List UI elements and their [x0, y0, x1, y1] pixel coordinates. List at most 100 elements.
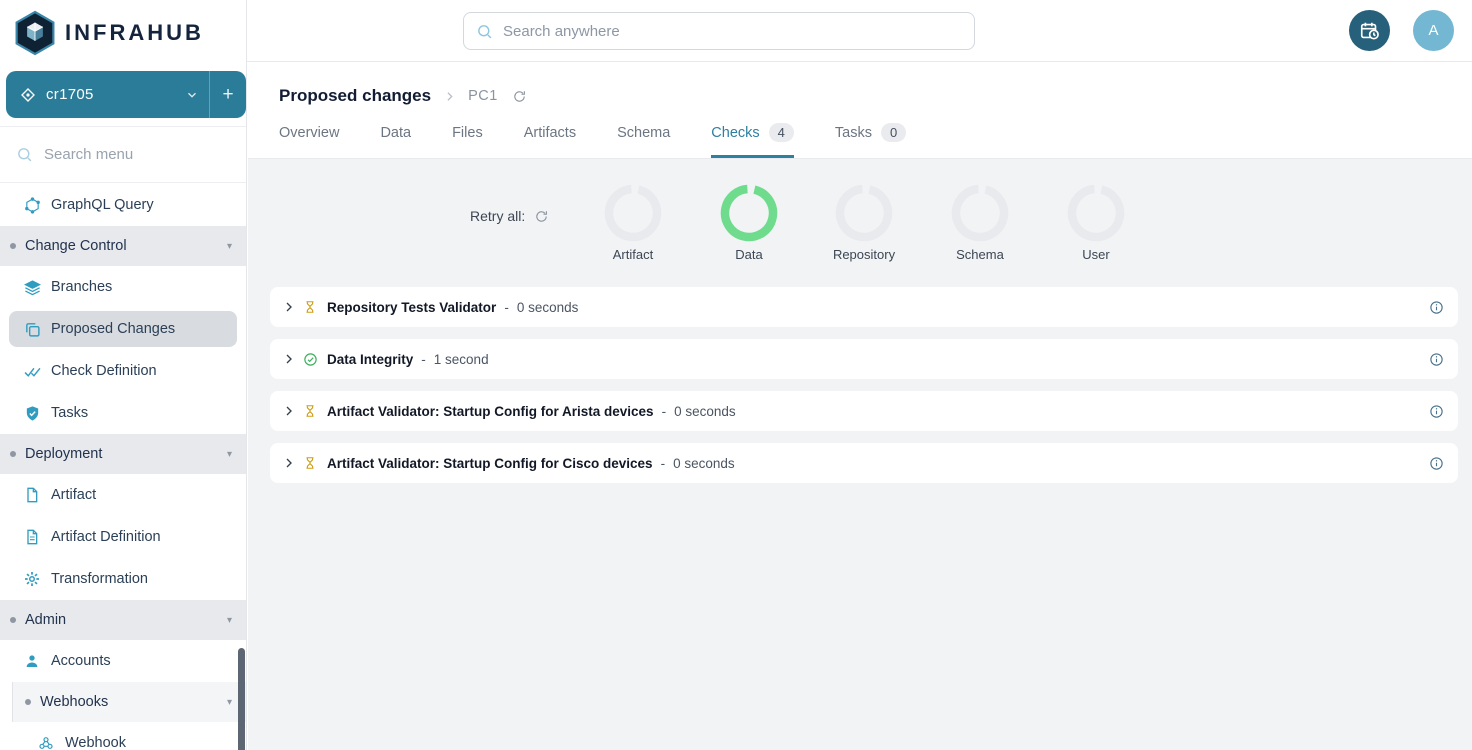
- breadcrumb: Proposed changes PC1: [279, 86, 527, 106]
- validator-name: Artifact Validator: Startup Config for A…: [327, 404, 654, 419]
- separator: -: [661, 456, 666, 471]
- tab-badge: 4: [769, 123, 794, 142]
- sidebar-nav: GraphQL Query Change Control ▾ Branches …: [0, 184, 246, 750]
- search-icon: [16, 146, 33, 163]
- check-category-artifact[interactable]: Artifact: [604, 184, 662, 262]
- calendar-clock-icon: [1359, 20, 1381, 42]
- branch-selector[interactable]: cr1705 +: [6, 71, 246, 118]
- tab-tasks[interactable]: Tasks 0: [835, 112, 906, 158]
- sidebar-item-label: Proposed Changes: [51, 321, 175, 337]
- sidebar-item-webhook[interactable]: Webhook: [0, 722, 246, 750]
- sidebar-section-webhooks[interactable]: Webhooks ▾: [12, 682, 246, 722]
- app-logo[interactable]: INFRAHUB: [0, 0, 246, 62]
- tab-artifacts[interactable]: Artifacts: [524, 112, 576, 158]
- info-icon[interactable]: [1429, 404, 1444, 419]
- sidebar-section-admin[interactable]: Admin ▾: [0, 600, 246, 640]
- sidebar-item-accounts[interactable]: Accounts: [0, 640, 246, 682]
- validator-row: Artifact Validator: Startup Config for C…: [270, 443, 1458, 483]
- hourglass-icon: [303, 300, 318, 314]
- sidebar-section-label: Deployment: [25, 446, 102, 462]
- search-icon: [476, 23, 493, 40]
- category-label: Repository: [833, 247, 895, 262]
- progress-ring-icon: [1067, 184, 1125, 242]
- tab-bar: Overview Data Files Artifacts Schema Che…: [279, 112, 906, 158]
- create-branch-button[interactable]: +: [210, 84, 246, 106]
- chevron-down-icon: ▾: [227, 449, 232, 460]
- tab-schema[interactable]: Schema: [617, 112, 670, 158]
- separator: -: [421, 352, 426, 367]
- sidebar-item-branches[interactable]: Branches: [0, 266, 246, 308]
- validator-row: Data Integrity - 1 second: [270, 339, 1458, 379]
- sidebar-item-label: Webhook: [65, 735, 126, 750]
- separator: -: [504, 300, 509, 315]
- check-category-schema[interactable]: Schema: [951, 184, 1009, 262]
- hourglass-icon: [303, 456, 318, 470]
- current-branch-label: cr1705: [46, 86, 94, 103]
- sidebar-search-input[interactable]: Search menu: [0, 126, 246, 183]
- sidebar: INFRAHUB cr1705 + Search menu GraphQL Qu…: [0, 0, 247, 750]
- layers-icon: [24, 279, 41, 296]
- topbar: Search anywhere A: [247, 0, 1472, 62]
- sidebar-item-check-definition[interactable]: Check Definition: [0, 350, 246, 392]
- shield-check-icon: [24, 405, 41, 422]
- sidebar-item-transformation[interactable]: Transformation: [0, 558, 246, 600]
- tab-data[interactable]: Data: [380, 112, 411, 158]
- tab-checks[interactable]: Checks 4: [711, 112, 794, 158]
- file-lines-icon: [24, 529, 41, 546]
- chevron-right-icon[interactable]: [281, 403, 297, 419]
- chevron-down-icon: [185, 88, 199, 102]
- bullet-icon: [10, 243, 16, 249]
- tab-label: Artifacts: [524, 125, 576, 141]
- chevron-down-icon: ▾: [227, 241, 232, 252]
- info-icon[interactable]: [1429, 300, 1444, 315]
- check-category-user[interactable]: User: [1067, 184, 1125, 262]
- sidebar-scrollbar[interactable]: [238, 648, 245, 750]
- sidebar-section-label: Webhooks: [40, 694, 108, 710]
- validator-duration: 1 second: [434, 352, 489, 367]
- breadcrumb-item[interactable]: PC1: [468, 88, 498, 104]
- avatar[interactable]: A: [1413, 10, 1454, 51]
- check-circle-icon: [303, 352, 318, 367]
- bullet-icon: [10, 451, 16, 457]
- sidebar-item-proposed-changes[interactable]: Proposed Changes: [9, 311, 237, 347]
- webhook-icon: [38, 735, 55, 750]
- global-search-placeholder: Search anywhere: [503, 23, 620, 40]
- progress-ring-icon: [835, 184, 893, 242]
- category-label: User: [1082, 247, 1109, 262]
- refresh-icon[interactable]: [512, 89, 527, 104]
- sidebar-item-label: GraphQL Query: [51, 197, 154, 213]
- hourglass-icon: [303, 404, 318, 418]
- infrahub-logo-icon: [14, 10, 56, 56]
- chevron-right-icon[interactable]: [281, 455, 297, 471]
- sidebar-item-artifact[interactable]: Artifact: [0, 474, 246, 516]
- brand-name: INFRAHUB: [65, 20, 204, 46]
- time-travel-button[interactable]: [1349, 10, 1390, 51]
- chevron-right-icon[interactable]: [281, 351, 297, 367]
- info-icon[interactable]: [1429, 456, 1444, 471]
- progress-ring-icon: [604, 184, 662, 242]
- sidebar-section-change-control[interactable]: Change Control ▾: [0, 226, 246, 266]
- sidebar-item-artifact-definition[interactable]: Artifact Definition: [0, 516, 246, 558]
- info-icon[interactable]: [1429, 352, 1444, 367]
- sidebar-item-tasks[interactable]: Tasks: [0, 392, 246, 434]
- bullet-icon: [10, 617, 16, 623]
- sidebar-section-deployment[interactable]: Deployment ▾: [0, 434, 246, 474]
- double-check-icon: [24, 363, 41, 380]
- chevron-right-icon[interactable]: [281, 299, 297, 315]
- sidebar-item-graphql-query[interactable]: GraphQL Query: [0, 184, 246, 226]
- tab-overview[interactable]: Overview: [279, 112, 339, 158]
- category-label: Schema: [956, 247, 1004, 262]
- check-category-data[interactable]: Data: [720, 184, 778, 262]
- validator-name: Data Integrity: [327, 352, 413, 367]
- branch-icon: [20, 87, 36, 103]
- global-search-input[interactable]: Search anywhere: [463, 12, 975, 50]
- progress-ring-icon: [951, 184, 1009, 242]
- gear-icon: [24, 571, 41, 588]
- sidebar-item-label: Check Definition: [51, 363, 157, 379]
- tab-files[interactable]: Files: [452, 112, 483, 158]
- validator-row: Artifact Validator: Startup Config for A…: [270, 391, 1458, 431]
- separator: -: [662, 404, 667, 419]
- tab-label: Schema: [617, 125, 670, 141]
- refresh-icon[interactable]: [534, 209, 549, 224]
- check-category-repository[interactable]: Repository: [835, 184, 893, 262]
